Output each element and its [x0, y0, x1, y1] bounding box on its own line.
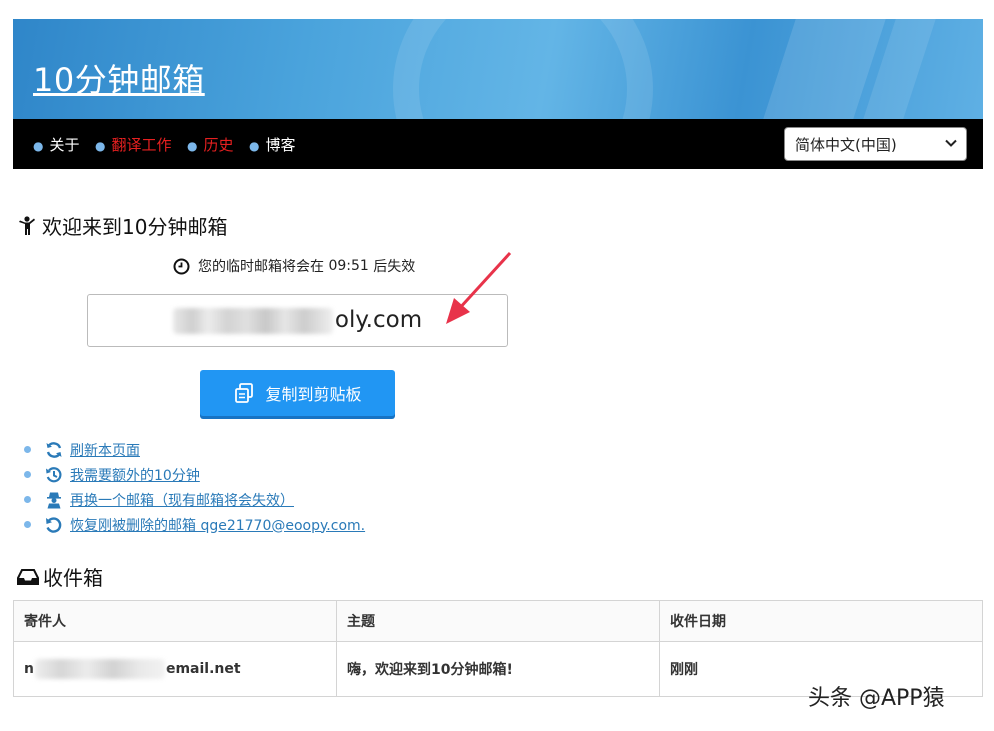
- sender-end: email.net: [165, 661, 241, 677]
- history-plus-icon: [46, 466, 62, 482]
- inbox-title: 收件箱: [43, 566, 103, 590]
- site-title-link[interactable]: 10分钟邮箱: [33, 55, 205, 101]
- watermark-text: 头条 @APP猿: [808, 686, 945, 711]
- copy-button-label: 复制到剪贴板: [265, 385, 362, 404]
- expire-notice: 您的临时邮箱将会在 09:51 后失效: [173, 256, 415, 276]
- list-item: 我需要额外的10分钟: [24, 462, 365, 487]
- list-bullet: [24, 496, 31, 503]
- column-header-subject: 主题: [336, 600, 660, 642]
- sender-redacted-blur: [34, 659, 165, 679]
- list-item: 再换一个邮箱（现有邮箱将会失效）: [24, 487, 365, 512]
- welcome-title: 欢迎来到10分钟邮箱: [42, 215, 228, 239]
- banner-decoration: [393, 19, 653, 119]
- welcome-heading: 欢迎来到10分钟邮箱: [18, 211, 227, 240]
- new-email-link[interactable]: 再换一个邮箱（现有邮箱将会失效）: [70, 490, 294, 510]
- nav-item-translate[interactable]: ● 翻译工作: [95, 134, 172, 155]
- expire-time: 09:51: [328, 258, 369, 274]
- subject-cell[interactable]: 嗨，欢迎来到10分钟邮箱!: [336, 641, 660, 697]
- clock-icon: [173, 258, 190, 274]
- column-header-date: 收件日期: [659, 600, 983, 642]
- undo-icon: [46, 516, 62, 533]
- table-header-row: 寄件人 主题 收件日期: [13, 600, 983, 642]
- list-item: 恢复刚被删除的邮箱 qge21770@eoopy.com.: [24, 512, 365, 537]
- person-icon: [19, 215, 35, 235]
- list-bullet: [24, 446, 31, 453]
- copy-to-clipboard-button[interactable]: 复制到剪贴板: [200, 370, 395, 416]
- nav-item-about[interactable]: ● 关于: [33, 134, 80, 155]
- expire-prefix: 您的临时邮箱将会在: [198, 259, 324, 275]
- chevron-down-icon: [945, 139, 957, 147]
- restore-email-link[interactable]: 恢复刚被删除的邮箱 qge21770@eoopy.com.: [70, 515, 365, 535]
- nav-bullet: ●: [187, 139, 198, 153]
- inbox-heading: 收件箱: [17, 562, 103, 591]
- nav-bullet: ●: [33, 139, 44, 153]
- refresh-page-link[interactable]: 刷新本页面: [70, 440, 140, 460]
- language-select-value: 简体中文(中国): [795, 136, 897, 154]
- inbox-icon: [17, 568, 39, 585]
- refresh-icon: [46, 441, 62, 458]
- column-header-sender: 寄件人: [13, 600, 337, 642]
- email-visible-part: oly.com: [334, 307, 423, 333]
- nav-bullet: ●: [249, 139, 260, 153]
- language-select[interactable]: 简体中文(中国): [784, 127, 967, 161]
- action-links: 刷新本页面 我需要额外的10分钟 再换一个邮箱（现有邮箱将会失效） 恢复刚被删除…: [24, 437, 365, 537]
- extend-ten-minutes-link[interactable]: 我需要额外的10分钟: [70, 465, 200, 485]
- list-item: 刷新本页面: [24, 437, 365, 462]
- annotation-arrow-icon: [446, 251, 512, 324]
- list-bullet: [24, 471, 31, 478]
- sender-start: n: [24, 661, 34, 677]
- sender-cell[interactable]: n email.net: [13, 641, 337, 697]
- user-secret-icon: [47, 492, 61, 508]
- nav-bullet: ●: [95, 139, 106, 153]
- email-redacted-blur: [172, 307, 333, 334]
- nav-bar: ● 关于 ● 翻译工作 ● 历史 ● 博客 简体中文(中国): [13, 119, 983, 169]
- expire-suffix: 后失效: [373, 259, 416, 275]
- copy-icon: [235, 383, 254, 403]
- nav-item-history[interactable]: ● 历史: [187, 134, 234, 155]
- header-banner: 10分钟邮箱: [13, 19, 983, 119]
- nav-item-blog[interactable]: ● 博客: [249, 134, 296, 155]
- list-bullet: [24, 521, 31, 528]
